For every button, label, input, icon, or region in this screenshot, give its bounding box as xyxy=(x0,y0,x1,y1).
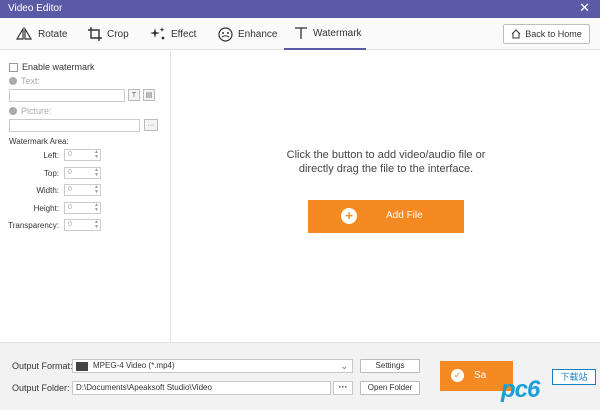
editor-toolbar: Rotate Crop Effect Enhance Watermark Bac… xyxy=(0,18,600,50)
enable-watermark-label: Enable watermark xyxy=(22,62,95,72)
title-bar: Video Editor ✕ xyxy=(0,0,600,18)
picture-browse-button[interactable]: ··· xyxy=(144,119,158,131)
height-value: 0 xyxy=(68,204,72,211)
output-format-label: Output Format: xyxy=(12,361,73,371)
output-format-select[interactable]: MPEG-4 Video (*.mp4) ⌄ xyxy=(72,359,353,373)
enhance-icon xyxy=(218,26,233,42)
tab-watermark[interactable]: Watermark xyxy=(284,18,366,50)
top-label: Top: xyxy=(43,169,59,178)
watermark-text-input[interactable] xyxy=(9,89,125,102)
open-folder-button[interactable]: Open Folder xyxy=(360,381,420,395)
drop-hint-line-2: directly drag the file to the interface. xyxy=(298,163,474,175)
video-format-icon xyxy=(76,361,88,371)
drop-hint-line-1: Click the button to add video/audio file… xyxy=(286,149,486,161)
crop-icon xyxy=(88,27,102,41)
back-to-home-label: Back to Home xyxy=(525,29,582,39)
tab-rotate[interactable]: Rotate xyxy=(15,18,67,50)
back-to-home-button[interactable]: Back to Home xyxy=(503,24,590,44)
output-folder-label: Output Folder: xyxy=(12,383,70,393)
spinner-arrows-icon[interactable]: ▲ ▼ xyxy=(94,168,99,178)
browse-folder-button[interactable]: ··· xyxy=(333,381,353,395)
home-icon xyxy=(511,29,521,39)
height-label: Height: xyxy=(33,204,59,213)
picture-label: Picture: xyxy=(21,106,52,116)
spinner-arrows-icon[interactable]: ▲ ▼ xyxy=(94,150,99,160)
text-label: Text: xyxy=(21,76,41,86)
picture-radio[interactable] xyxy=(9,107,17,115)
tab-crop[interactable]: Crop xyxy=(88,18,129,50)
output-bar: Output Format: MPEG-4 Video (*.mp4) ⌄ Se… xyxy=(0,342,600,410)
left-value: 0 xyxy=(68,151,72,158)
effect-icon xyxy=(150,27,165,40)
left-label: Left: xyxy=(43,151,59,160)
file-drop-zone[interactable]: Click the button to add video/audio file… xyxy=(172,51,600,342)
spinner-arrows-icon[interactable]: ▲ ▼ xyxy=(94,220,99,230)
spinner-arrows-icon[interactable]: ▲ ▼ xyxy=(94,203,99,213)
settings-button[interactable]: Settings xyxy=(360,359,420,373)
tab-enhance[interactable]: Enhance xyxy=(218,18,277,50)
tab-enhance-label: Enhance xyxy=(238,28,278,40)
height-spinner[interactable]: 0 ▲ ▼ xyxy=(64,202,101,214)
tab-effect-label: Effect xyxy=(171,28,197,40)
add-file-button[interactable]: + Add File xyxy=(308,200,464,233)
close-icon[interactable]: ✕ xyxy=(579,1,590,15)
add-file-label: Add File xyxy=(386,210,423,221)
width-spinner[interactable]: 0 ▲ ▼ xyxy=(64,184,101,196)
watermark-area-label: Watermark Area: xyxy=(9,137,69,146)
watermark-site-text: pc6 xyxy=(501,376,540,403)
tab-effect[interactable]: Effect xyxy=(150,18,196,50)
watermark-picture-input[interactable] xyxy=(9,119,140,132)
transparency-value: 0 xyxy=(68,221,72,228)
width-label: Width: xyxy=(36,186,59,195)
tab-watermark-label: Watermark xyxy=(313,27,362,39)
enable-watermark-checkbox[interactable] xyxy=(9,62,18,72)
text-option-row[interactable]: Text: xyxy=(9,76,40,86)
watermark-badge: 下载站 xyxy=(552,369,596,385)
enable-watermark-row[interactable]: Enable watermark xyxy=(9,62,95,72)
watermark-settings-panel: Enable watermark Text: T ▤ Picture: ··· … xyxy=(0,51,171,342)
transparency-label: Transparency: xyxy=(8,221,59,230)
output-format-value: MPEG-4 Video (*.mp4) xyxy=(93,361,175,370)
width-value: 0 xyxy=(68,186,72,193)
chevron-down-icon[interactable]: ⌄ xyxy=(340,360,348,372)
check-icon: ✓ xyxy=(451,369,464,382)
window-title: Video Editor xyxy=(8,3,63,14)
text-font-button[interactable]: T xyxy=(128,89,140,101)
left-spinner[interactable]: 0 ▲ ▼ xyxy=(64,149,101,161)
picture-option-row[interactable]: Picture: xyxy=(9,106,52,116)
text-style-button[interactable]: ▤ xyxy=(143,89,155,101)
spinner-arrows-icon[interactable]: ▲ ▼ xyxy=(94,185,99,195)
save-label: Sa xyxy=(474,370,487,381)
plus-icon: + xyxy=(341,208,357,224)
tab-crop-label: Crop xyxy=(107,28,129,40)
top-spinner[interactable]: 0 ▲ ▼ xyxy=(64,167,101,179)
top-value: 0 xyxy=(68,169,72,176)
drop-hint: Click the button to add video/audio file… xyxy=(172,148,600,176)
pc6-watermark-logo: pc6 下载站 xyxy=(501,368,596,408)
tab-rotate-label: Rotate xyxy=(38,28,68,40)
output-folder-input[interactable]: D:\Documents\Apeaksoft Studio\Video xyxy=(72,381,331,395)
transparency-spinner[interactable]: 0 ▲ ▼ xyxy=(64,219,101,231)
watermark-icon xyxy=(295,27,307,39)
text-radio[interactable] xyxy=(9,77,17,85)
rotate-icon xyxy=(15,27,33,40)
